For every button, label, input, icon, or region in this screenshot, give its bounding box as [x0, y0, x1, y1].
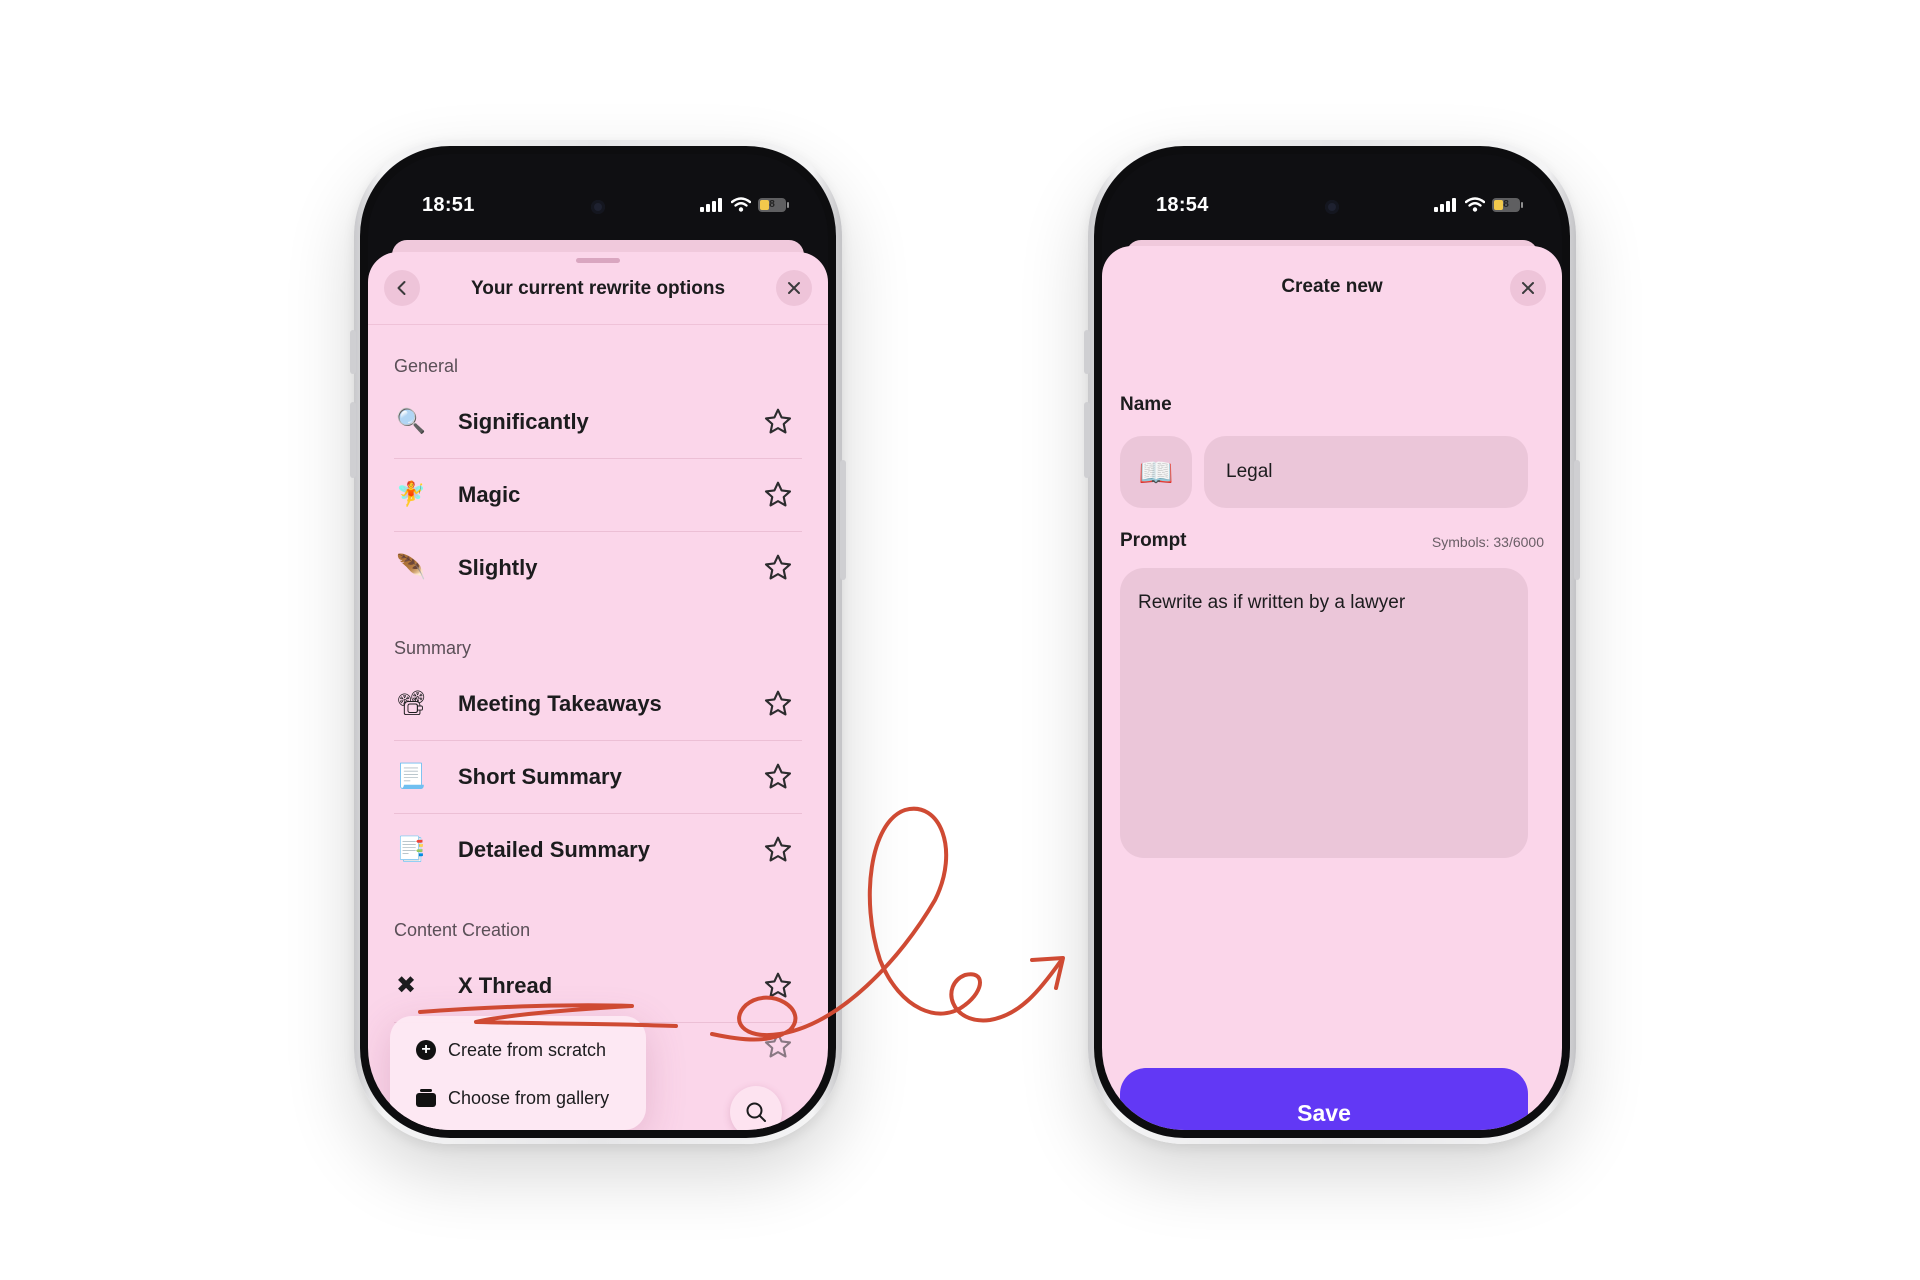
list-item-label: Significantly — [458, 409, 589, 434]
fairy-emoji-icon: 🧚 — [396, 481, 426, 508]
battery-level: 8 — [1503, 199, 1509, 210]
wifi-icon — [1465, 197, 1485, 212]
name-label: Name — [1120, 394, 1172, 415]
battery-level: 8 — [769, 199, 775, 210]
list-item-label: X Thread — [458, 973, 553, 998]
list-item[interactable]: 🧚 Magic — [394, 459, 802, 531]
side-button — [1084, 330, 1090, 374]
front-camera — [591, 200, 605, 214]
status-time: 18:54 — [1156, 194, 1209, 216]
star-icon[interactable] — [762, 834, 794, 866]
star-icon[interactable] — [762, 761, 794, 793]
section-title-summary: Summary — [394, 638, 472, 658]
list-item[interactable]: 🔍 Significantly — [394, 386, 802, 458]
list-item[interactable]: ✖ X Thread — [394, 950, 802, 1022]
list-item-label: Magic — [458, 482, 521, 507]
search-button[interactable] — [730, 1086, 782, 1130]
magnifier-emoji-icon: 🔍 — [396, 408, 426, 435]
name-input[interactable] — [1204, 436, 1528, 508]
list-item[interactable]: 📑 Detailed Summary — [394, 814, 802, 886]
list-item-label: Detailed Summary — [458, 837, 650, 862]
side-button — [350, 402, 356, 478]
status-icons: 8 — [1434, 197, 1523, 212]
battery-icon: 8 — [758, 197, 789, 212]
menu-item-label: Create from scratch — [448, 1039, 607, 1060]
choose-from-gallery-item[interactable]: Choose from gallery — [416, 1080, 636, 1116]
wifi-icon — [731, 197, 751, 212]
section-title-content-creation: Content Creation — [394, 920, 531, 940]
side-button — [1084, 402, 1090, 478]
star-icon[interactable] — [762, 406, 794, 438]
list-item[interactable]: 📽 Meeting Takeaways — [394, 668, 802, 740]
list-item-label: Meeting Takeaways — [458, 691, 662, 716]
status-time: 18:51 — [422, 194, 475, 216]
presentation-emoji-icon: 📽 — [396, 690, 427, 717]
emoji-picker-button[interactable]: 📖 — [1120, 436, 1192, 508]
prompt-label: Prompt — [1120, 530, 1187, 551]
rewrite-options-sheet: Your current rewrite options General 🔍 S… — [368, 252, 828, 1130]
close-button[interactable] — [1510, 270, 1546, 306]
annotation-arrow-icon — [418, 806, 1065, 1042]
star-icon[interactable] — [762, 688, 794, 720]
save-button[interactable]: Save — [1120, 1068, 1528, 1130]
list-item[interactable]: 📃 Short Summary — [394, 741, 802, 813]
sheet-title: Create new — [1281, 276, 1383, 297]
close-icon — [788, 282, 800, 294]
right-phone: 18:54 8 Create new Name 📖 Legal Prompt S… — [1084, 140, 1580, 1144]
star-icon[interactable] — [762, 1030, 794, 1062]
side-button — [350, 330, 356, 374]
x-logo-icon: ✖ — [396, 972, 417, 999]
create-options-menu: + Create from scratch Choose from galler… — [390, 1016, 646, 1130]
close-button[interactable] — [776, 270, 812, 306]
search-icon — [746, 1102, 766, 1122]
side-button — [840, 460, 846, 580]
prompt-textarea[interactable]: Rewrite as if written by a lawyer — [1120, 568, 1528, 858]
document-search-emoji-icon: 📃 — [396, 763, 426, 790]
list-item-label: Short Summary — [458, 764, 622, 789]
sheet-title: Your current rewrite options — [470, 278, 726, 299]
document-detail-emoji-icon: 📑 — [396, 836, 426, 863]
signal-icon — [700, 197, 722, 212]
header-divider — [368, 324, 828, 325]
create-from-scratch-item[interactable]: + Create from scratch — [416, 1032, 636, 1068]
star-icon[interactable] — [762, 552, 794, 584]
section-title-general: General — [394, 356, 459, 376]
sheet-grabber[interactable] — [576, 258, 620, 263]
side-button — [1574, 460, 1580, 580]
menu-item-label: Choose from gallery — [448, 1087, 610, 1108]
left-screen: 18:51 8 Your current rewrite options Gen… — [368, 154, 828, 1130]
status-icons: 8 — [700, 197, 789, 212]
feather-emoji-icon: 🪶 — [396, 554, 426, 581]
book-icon: 📖 — [1138, 456, 1174, 488]
left-phone: 18:51 8 Your current rewrite options Gen… — [350, 140, 846, 1144]
right-screen: 18:54 8 Create new Name 📖 Legal Prompt S… — [1102, 154, 1562, 1130]
close-icon — [1522, 282, 1534, 294]
list-item-label: Slightly — [458, 555, 538, 580]
plus-circle-icon: + — [416, 1040, 436, 1060]
symbols-counter: Symbols: 33/6000 — [1431, 534, 1544, 550]
front-camera — [1325, 200, 1339, 214]
list-item[interactable]: 🪶 Slightly — [394, 532, 802, 604]
star-icon[interactable] — [762, 970, 794, 1002]
gallery-icon — [416, 1089, 436, 1107]
star-icon[interactable] — [762, 479, 794, 511]
battery-icon: 8 — [1492, 197, 1523, 212]
signal-icon — [1434, 197, 1456, 212]
